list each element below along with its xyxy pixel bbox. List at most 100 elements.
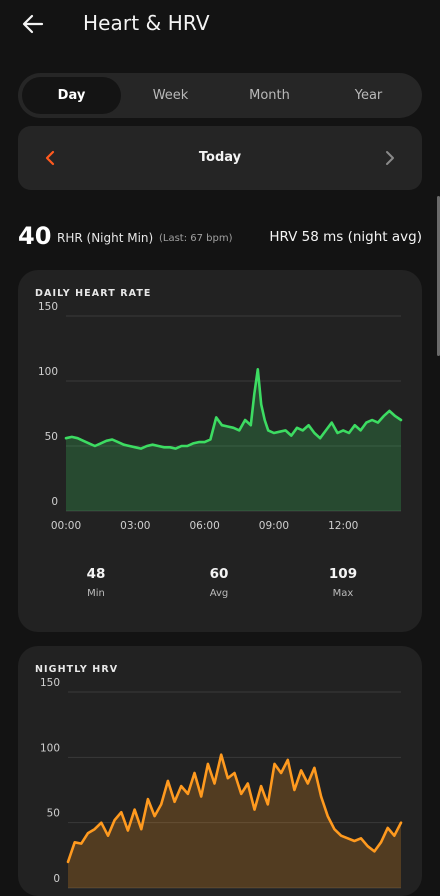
data-point — [140, 828, 143, 831]
data-point — [371, 419, 373, 421]
x-tick-label: 03:00 — [120, 520, 150, 532]
data-point — [146, 445, 148, 447]
nightly-hrv-card: NIGHTLY HRV 0 50 100 150 — [18, 646, 422, 896]
data-point — [307, 424, 310, 427]
data-point — [111, 438, 114, 441]
data-point — [238, 429, 241, 432]
data-point — [167, 780, 169, 782]
summary-avg: 60 Avg — [184, 566, 254, 599]
data-point — [382, 415, 385, 417]
data-point — [99, 442, 102, 445]
data-point — [260, 403, 263, 406]
data-point — [100, 821, 103, 824]
data-point — [359, 429, 362, 432]
data-point — [163, 446, 166, 449]
y-tick-label: 50 — [45, 431, 58, 443]
data-point — [319, 437, 321, 440]
data-point — [93, 828, 96, 831]
data-point — [88, 442, 90, 445]
heart-stats-row: 40 RHR (Night Min) (Last: 67 bpm) HRV 58… — [18, 222, 422, 252]
summary-min: 48 Min — [61, 566, 131, 599]
page-title: Heart & HRV — [83, 11, 210, 35]
tab-week[interactable]: Week — [121, 77, 220, 114]
data-point — [333, 828, 336, 831]
rhr-label: RHR (Night Min) — [57, 231, 154, 245]
data-point — [393, 834, 396, 837]
data-point — [353, 840, 356, 842]
data-point — [253, 393, 256, 395]
y-tick-label: 150 — [40, 677, 60, 689]
data-point — [209, 438, 212, 441]
y-tick-label: 0 — [53, 873, 60, 885]
summary-avg-value: 60 — [209, 566, 229, 582]
data-point — [213, 782, 216, 785]
data-point — [256, 368, 259, 371]
data-point — [342, 429, 345, 432]
back-button[interactable] — [18, 10, 48, 38]
data-point — [221, 424, 223, 427]
data-point — [160, 803, 163, 806]
data-point — [340, 834, 342, 837]
data-point — [246, 782, 249, 785]
data-point — [193, 772, 196, 774]
next-day-button[interactable] — [380, 148, 400, 168]
tab-month[interactable]: Month — [220, 77, 319, 114]
data-point — [377, 421, 379, 424]
data-point — [232, 426, 235, 429]
data-point — [128, 445, 131, 447]
y-tick-label: 0 — [51, 496, 58, 508]
summary-max-label: Max — [332, 588, 354, 599]
data-point — [233, 772, 236, 774]
data-point — [117, 441, 119, 443]
rhr-last-value: (Last: 67 bpm) — [159, 233, 233, 244]
rhr-value: 40 — [18, 222, 52, 250]
data-point — [120, 811, 123, 814]
data-point — [278, 430, 281, 433]
daily-heart-rate-chart: 0 50 100 150 00:00 03:00 06:00 09:00 12:00 — [38, 301, 403, 532]
data-point — [360, 837, 362, 840]
data-point — [325, 429, 327, 432]
data-point — [173, 800, 176, 803]
data-point — [313, 432, 316, 434]
data-point — [157, 445, 160, 447]
data-point — [244, 419, 247, 421]
y-tick-label: 150 — [38, 301, 58, 313]
data-point — [180, 785, 183, 787]
data-point — [67, 861, 69, 863]
data-point — [313, 766, 316, 769]
data-point — [263, 419, 266, 421]
summary-min-label: Min — [87, 588, 105, 599]
data-point — [200, 795, 203, 798]
data-point — [220, 753, 223, 756]
tab-year[interactable]: Year — [319, 77, 418, 114]
data-point — [113, 819, 116, 821]
data-point — [226, 777, 229, 780]
hrv-summary: HRV 58 ms (night avg) — [269, 229, 422, 245]
data-point — [249, 424, 252, 427]
y-tick-label: 50 — [47, 808, 60, 820]
data-point — [280, 772, 282, 774]
data-point — [253, 808, 256, 811]
data-point — [366, 845, 369, 848]
data-point — [127, 829, 129, 832]
x-tick-label: 12:00 — [328, 520, 358, 532]
data-point — [266, 803, 269, 806]
daily-heart-rate-card: DAILY HEART RATE 0 50 100 150 00:00 03:00 06:0… — [18, 270, 422, 632]
x-tick-label: 09:00 — [259, 520, 289, 532]
data-point — [296, 426, 298, 429]
data-point — [353, 424, 356, 427]
data-point — [151, 443, 154, 446]
data-point — [400, 821, 402, 824]
data-point — [226, 425, 229, 428]
data-point — [174, 447, 177, 450]
chevron-right-icon — [386, 151, 394, 165]
data-point — [300, 769, 302, 772]
x-tick-label: 06:00 — [189, 520, 219, 532]
data-point — [273, 432, 275, 434]
data-point — [186, 445, 189, 447]
data-point — [133, 808, 136, 811]
tab-day[interactable]: Day — [22, 77, 121, 114]
data-point — [330, 421, 333, 424]
data-point — [87, 832, 89, 834]
date-navigator: Today — [18, 126, 422, 190]
